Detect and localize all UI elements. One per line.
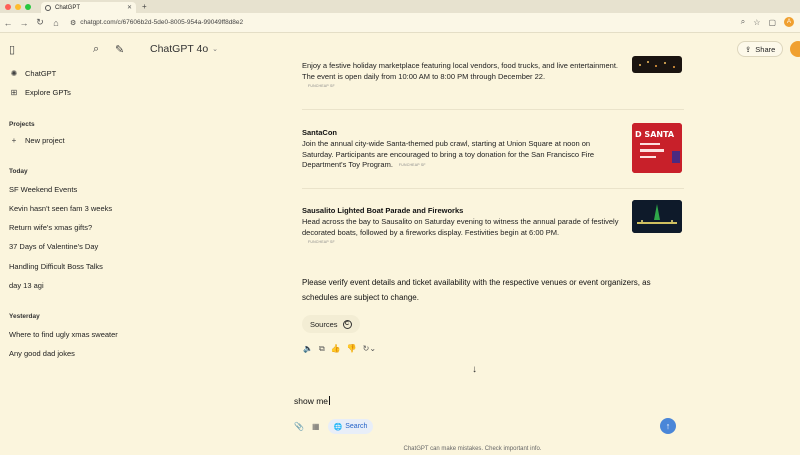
new-project-label: New project [25,136,65,145]
santacon-poster-image: D SANTA [632,123,682,173]
regenerate-icon[interactable]: ↻⌄ [363,344,376,354]
prompt-input[interactable]: show me [294,396,331,406]
extensions-icon[interactable]: ▢ [768,18,776,27]
chat-history-item[interactable]: day 13 agi [9,281,44,290]
sources-button[interactable]: Sources C [302,315,360,333]
grid-icon: ⊞ [10,88,18,97]
source-tag[interactable]: FUNCHEAP SF [308,240,684,244]
search-icon[interactable]: ⌕ [93,43,99,56]
user-avatar[interactable] [790,41,800,57]
chat-history-item[interactable]: Handling Difficult Boss Talks [9,262,103,271]
model-name: ChatGPT 4o [150,43,209,55]
address-bar-row: ← → ↻ ⌂ ⚙ chatgpt.com/c/67606b2d-5de0-80… [0,13,800,33]
new-tab-icon[interactable]: + [142,2,147,11]
prompt-text: show me [294,396,329,406]
read-aloud-icon[interactable]: 🔈 [303,344,313,354]
text-caret [329,396,331,405]
globe-icon: 🌐 [333,423,343,431]
source-tag[interactable]: FUNCHEAP SF [399,160,426,171]
site-info-icon[interactable]: ⚙ [70,19,76,27]
forward-icon[interactable]: → [16,18,32,28]
chatgpt-favicon-icon [45,4,51,11]
today-heading: Today [9,168,28,175]
maximize-window-button[interactable] [25,3,31,10]
event-description-text: Join the annual city-wide Santa-themed p… [302,139,595,170]
sidebar: ▯ ⌕ ✎ ✺ ChatGPT ⊞ Explore GPTs Projects … [0,33,137,455]
tab-title: ChatGPT [55,4,81,11]
reload-icon[interactable]: ↻ [32,17,48,28]
event-description: Head across the bay to Sausalito on Satu… [302,217,619,237]
event-description: Enjoy a festive holiday marketplace feat… [302,61,619,81]
chat-history-item[interactable]: Any good dad jokes [9,349,75,358]
home-icon[interactable]: ⌂ [48,18,64,28]
event-thumbnail[interactable] [632,200,682,233]
event-thumbnail[interactable]: D SANTA [632,123,682,173]
search-toggle-button[interactable]: 🌐 Search [327,419,374,434]
share-label: Share [755,44,776,54]
tools-icon[interactable]: ▦ [312,422,320,431]
chat-history-item[interactable]: SF Weekend Events [9,185,77,194]
profile-avatar[interactable]: A [784,17,794,27]
event-title: Sausalito Lighted Boat Parade and Firewo… [302,206,464,215]
chat-history-item[interactable]: 37 Days of Valentine's Day [9,242,98,251]
share-button[interactable]: ⇪ Share [737,41,784,57]
message-actions: 🔈 ⧉ 👍 👎 ↻⌄ [303,344,376,354]
message-composer[interactable]: show me 📎 ▦ 🌐 Search ↑ [288,388,686,438]
plus-icon: + [11,136,17,145]
chevron-down-icon: ⌄ [212,46,219,53]
event-thumbnail[interactable] [632,56,682,73]
disclaimer: ChatGPT can make mistakes. Check importa… [0,446,800,452]
bookmark-star-icon[interactable]: ☆ [753,18,760,27]
disclaimer-text: ChatGPT can make mistakes. Check importa… [403,446,542,452]
source-badge-icon: C [342,319,352,329]
market-lights-image [639,61,675,68]
zoom-icon[interactable]: ⌕ [741,17,745,27]
sidebar-item-label: Explore GPTs [25,88,71,97]
model-selector[interactable]: ChatGPT 4o ⌄ [150,43,218,55]
event-description: Join the annual city-wide Santa-themed p… [302,139,620,171]
search-label: Search [345,423,368,430]
projects-heading: Projects [9,121,35,128]
divider [302,188,684,189]
back-icon[interactable]: ← [0,18,16,28]
sidebar-item-explore-gpts[interactable]: ⊞ Explore GPTs [9,88,71,97]
new-chat-icon[interactable]: ✎ [115,43,124,56]
event-entry: SantaCon Join the annual city-wide Santa… [302,128,684,171]
arrow-up-icon: ↑ [665,421,671,431]
new-project-button[interactable]: + New project [9,136,65,145]
minimize-window-button[interactable] [15,3,21,10]
sidebar-item-chatgpt[interactable]: ✺ ChatGPT [9,69,57,78]
chat-history-item[interactable]: Kevin hasn't seen fam 3 weeks [9,204,112,213]
scroll-down-arrow-icon[interactable]: ↓ [472,364,477,375]
tab-close-icon[interactable]: ✕ [127,4,132,11]
share-icon: ⇪ [745,44,752,54]
close-window-button[interactable] [5,3,11,10]
event-entry: Enjoy a festive holiday marketplace feat… [302,61,684,88]
copy-icon[interactable]: ⧉ [319,344,325,354]
window-controls [5,3,31,10]
thumbs-down-icon[interactable]: 👎 [347,344,357,354]
url-text: chatgpt.com/c/67606b2d-5de0-8005-954a-99… [80,19,244,26]
thumbs-up-icon[interactable]: 👍 [331,344,341,354]
event-title: SantaCon [302,128,338,137]
sidebar-toggle-icon[interactable]: ▯ [9,43,15,56]
boat-parade-image [632,200,682,233]
attach-paperclip-icon[interactable]: 📎 [294,422,304,431]
source-tag[interactable]: FUNCHEAP SF [308,84,684,88]
send-button[interactable]: ↑ [660,418,676,434]
yesterday-heading: Yesterday [9,313,40,320]
sidebar-item-label: ChatGPT [25,69,57,78]
assistant-note: Please verify event details and ticket a… [302,278,651,302]
poster-text: D SANTA [635,130,675,139]
sources-label: Sources [310,319,338,329]
browser-tab-bar: ChatGPT ✕ + [0,0,800,13]
divider [302,109,684,110]
url-field[interactable]: ⚙ chatgpt.com/c/67606b2d-5de0-8005-954a-… [70,19,243,27]
browser-tab-chatgpt[interactable]: ChatGPT ✕ [41,2,136,13]
chat-history-item[interactable]: Where to find ugly xmas sweater [9,330,118,339]
chat-history-item[interactable]: Return wife's xmas gifts? [9,223,92,232]
event-entry: Sausalito Lighted Boat Parade and Firewo… [302,206,684,244]
chatgpt-logo-icon: ✺ [10,69,18,78]
